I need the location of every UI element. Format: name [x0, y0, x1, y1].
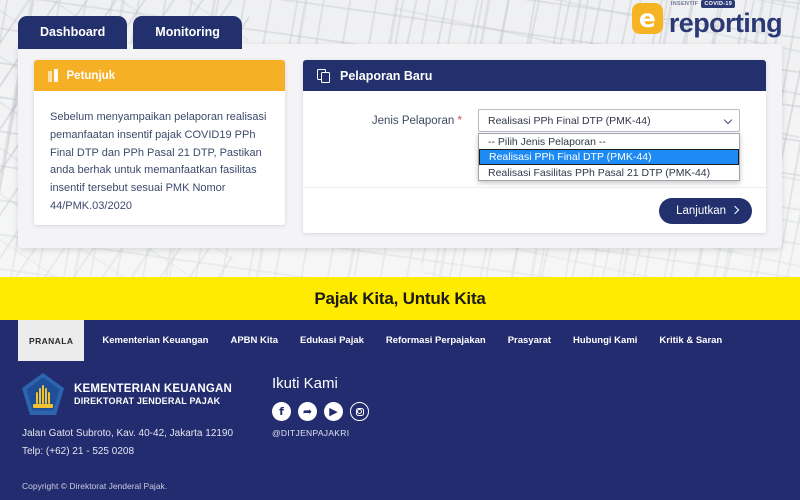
slogan-text: Pajak Kita, Untuk Kita [314, 288, 486, 308]
petunjuk-title: Petunjuk [66, 69, 116, 82]
petunjuk-header: Petunjuk [34, 60, 285, 91]
social-icon-row: f ➦ ▶ [272, 402, 369, 421]
tab-dashboard[interactable]: Dashboard [18, 16, 128, 49]
footer-link-reformasi-perpajakan[interactable]: Reformasi Perpajakan [386, 335, 486, 346]
kemenkeu-shield-icon [22, 373, 64, 415]
youtube-icon[interactable]: ▶ [324, 402, 343, 421]
footer: KEMENTERIAN KEUANGAN DIREKTORAT JENDERAL… [0, 361, 800, 500]
facebook-icon[interactable]: f [272, 402, 291, 421]
brand-kicker-covid: COVID-19 [701, 0, 736, 8]
footer-contact: Jalan Gatot Subroto, Kav. 40-42, Jakarta… [22, 425, 233, 460]
jenis-pelaporan-option-list: -- Pilih Jenis Pelaporan -- Realisasi PP… [478, 133, 740, 181]
instagram-icon[interactable] [350, 402, 369, 421]
documents-icon [317, 68, 330, 83]
jenis-pelaporan-label: Jenis Pelaporan * [303, 115, 478, 127]
twitter-icon[interactable]: ➦ [298, 402, 317, 421]
lanjutkan-button[interactable]: Lanjutkan [659, 197, 752, 224]
brand-e-icon: e [631, 3, 663, 35]
slogan-banner: Pajak Kita, Untuk Kita [0, 277, 800, 320]
book-icon [48, 69, 58, 82]
kemenkeu-line2: DIREKTORAT JENDERAL PAJAK [74, 395, 221, 406]
option-pph-pasal-21-dtp[interactable]: Realisasi Fasilitas PPh Pasal 21 DTP (PM… [479, 165, 739, 180]
footer-link-apbn-kita[interactable]: APBN Kita [230, 335, 278, 346]
footer-link-kritik-saran[interactable]: Kritik & Saran [659, 335, 722, 346]
footer-social: Ikuti Kami f ➦ ▶ @DITJENPAJAKRI [272, 375, 369, 438]
footer-nav: PRANALA Kementerian Keuangan APBN Kita E… [0, 320, 800, 361]
tab-monitoring[interactable]: Monitoring [133, 16, 242, 49]
footer-phone: Telp: (+62) 21 - 525 0208 [22, 445, 135, 457]
option-placeholder[interactable]: -- Pilih Jenis Pelaporan -- [479, 134, 739, 149]
lanjutkan-label: Lanjutkan [676, 204, 726, 217]
pelaporan-baru-panel: Pelaporan Baru Jenis Pelaporan * Realisa… [303, 60, 766, 233]
brand-kicker-insentif: INSENTIF [670, 1, 699, 7]
footer-address: Jalan Gatot Subroto, Kav. 40-42, Jakarta… [22, 428, 234, 439]
brand-kicker: INSENTIF COVID-19 [670, 0, 736, 8]
brand-logo[interactable]: e INSENTIF COVID-19 reporting [631, 0, 783, 38]
pelaporan-header: Pelaporan Baru [303, 60, 766, 91]
pranala-label: PRANALA [18, 320, 85, 361]
social-heading: Ikuti Kami [272, 375, 338, 392]
content-card: Petunjuk Sebelum menyampaikan pelaporan … [18, 44, 782, 248]
kemenkeu-text: KEMENTERIAN KEUANGAN DIREKTORAT JENDERAL… [74, 383, 232, 406]
main-tabs: Dashboard Monitoring [18, 16, 242, 49]
footer-link-kementerian-keuangan[interactable]: Kementerian Keuangan [102, 335, 208, 346]
pelaporan-title: Pelaporan Baru [340, 68, 433, 83]
option-pph-final-dtp[interactable]: Realisasi PPh Final DTP (PMK-44) [479, 149, 739, 165]
page-root: e INSENTIF COVID-19 reporting Dashboard … [0, 0, 800, 500]
jenis-pelaporan-row: Jenis Pelaporan * Realisasi PPh Final DT… [303, 91, 766, 181]
social-handle: @DITJENPAJAKRI [272, 428, 350, 438]
footer-link-edukasi-pajak[interactable]: Edukasi Pajak [300, 335, 364, 346]
brand-text: INSENTIF COVID-19 reporting [668, 0, 783, 38]
petunjuk-panel: Petunjuk Sebelum menyampaikan pelaporan … [34, 60, 285, 225]
footer-link-hubungi-kami[interactable]: Hubungi Kami [573, 335, 637, 346]
footer-copyright: Copyright © Direktorat Jenderal Pajak. [22, 481, 168, 491]
petunjuk-text: Sebelum menyampaikan pelaporan realisasi… [50, 111, 267, 213]
chevron-right-icon [730, 205, 740, 215]
jenis-pelaporan-label-text: Jenis Pelaporan [371, 114, 455, 127]
jenis-pelaporan-select[interactable]: Realisasi PPh Final DTP (PMK-44) [478, 109, 740, 132]
pelaporan-footer: Lanjutkan [303, 187, 766, 233]
kemenkeu-logo-block: KEMENTERIAN KEUANGAN DIREKTORAT JENDERAL… [22, 373, 232, 415]
brand-wordmark: reporting [668, 8, 783, 38]
jenis-pelaporan-select-wrap: Realisasi PPh Final DTP (PMK-44) -- Pili… [478, 109, 740, 181]
jenis-pelaporan-selected-value: Realisasi PPh Final DTP (PMK-44) [488, 114, 651, 127]
footer-link-prasyarat[interactable]: Prasyarat [508, 335, 551, 346]
kemenkeu-line1: KEMENTERIAN KEUANGAN [74, 382, 232, 395]
footer-nav-links: Kementerian Keuangan APBN Kita Edukasi P… [102, 335, 722, 346]
required-asterisk: * [457, 114, 462, 127]
chevron-down-icon [725, 119, 732, 126]
petunjuk-body: Sebelum menyampaikan pelaporan realisasi… [34, 91, 285, 225]
